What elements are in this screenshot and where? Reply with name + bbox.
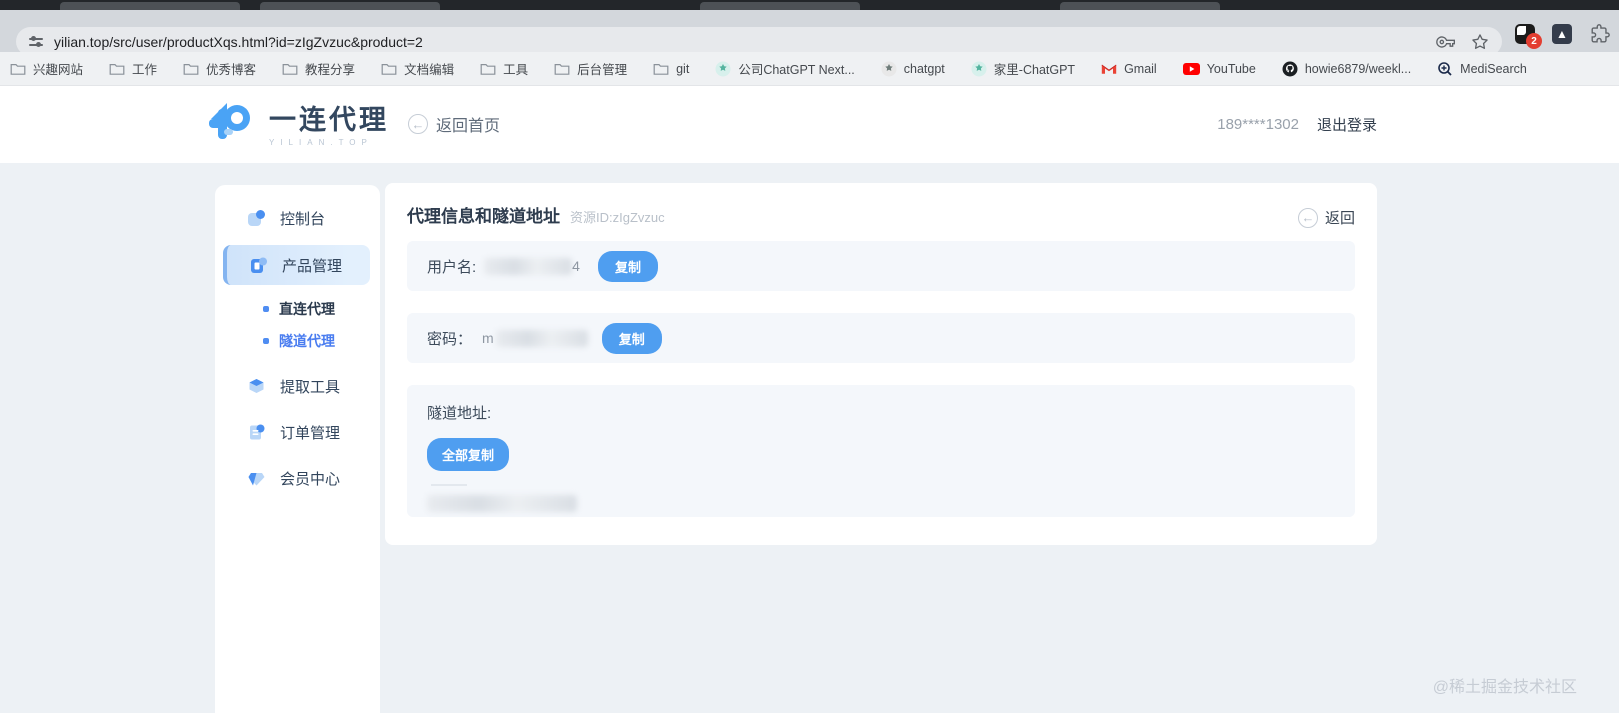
password-value-redacted <box>495 329 588 347</box>
sidebar-item-extract-tools[interactable]: 提取工具 <box>215 363 380 409</box>
folder-icon <box>282 63 298 75</box>
sidebar-item-member-center[interactable]: 会员中心 <box>215 455 380 501</box>
proxy-info-card: 代理信息和隧道地址 资源ID:zIgZvzuc ← 返回 用户名: 4 复制 密… <box>385 183 1377 545</box>
divider <box>431 484 467 486</box>
url-text[interactable]: yilian.top/src/user/productXqs.html?id=z… <box>54 34 1436 50</box>
extension-badge: 2 <box>1526 33 1542 49</box>
bullet-icon <box>263 306 269 312</box>
browser-tab[interactable] <box>260 2 440 10</box>
extract-tools-icon <box>249 378 264 393</box>
site-header: 一连代理 YILIAN.TOP ← 返回首页 189****1302 退出登录 <box>0 86 1619 163</box>
back-button[interactable]: ← 返回 <box>1297 207 1355 228</box>
bookmark-chatgpt[interactable]: 公司ChatGPT Next... <box>715 59 855 78</box>
chatgpt-icon <box>971 61 987 76</box>
browser-window: yilian.top/src/user/productXqs.html?id=z… <box>0 0 1619 713</box>
username-value-redacted <box>484 257 573 275</box>
user-phone: 189****1302 <box>1217 116 1299 133</box>
bookmark-folder[interactable]: 工作 <box>109 59 157 78</box>
tunnel-address-section: 隧道地址: 全部复制 <box>407 385 1355 517</box>
bookmark-folder[interactable]: 后台管理 <box>554 59 627 78</box>
sidebar: 控制台 产品管理 直连代理 隧道代理 提取工具 订单管理 会员中心 <box>215 185 380 713</box>
username-label: 用户名: <box>427 258 477 276</box>
bookmark-folder[interactable]: git <box>653 62 689 76</box>
back-arrow-icon: ← <box>1297 207 1318 228</box>
github-icon <box>1282 61 1298 76</box>
bookmark-gmail[interactable]: Gmail <box>1101 62 1157 76</box>
browser-toolbar: yilian.top/src/user/productXqs.html?id=z… <box>0 10 1619 56</box>
bullet-icon <box>263 338 269 344</box>
logo-text: 一连代理 <box>269 105 389 135</box>
folder-icon <box>554 63 570 75</box>
extensions-puzzle-icon[interactable] <box>1589 23 1611 45</box>
bookmark-star-icon[interactable] <box>1470 32 1490 52</box>
notification-extension-icon[interactable]: 2 <box>1515 24 1542 49</box>
bookmark-folder[interactable]: 工具 <box>480 59 528 78</box>
chatgpt-icon <box>715 61 731 76</box>
folder-icon <box>381 63 397 75</box>
browser-tab[interactable] <box>60 2 240 10</box>
medisearch-icon <box>1438 61 1452 76</box>
logout-button[interactable]: 退出登录 <box>1317 114 1377 135</box>
products-icon <box>251 257 267 273</box>
card-title: 代理信息和隧道地址 <box>407 207 560 226</box>
tunnel-label: 隧道地址: <box>427 405 492 422</box>
site-settings-icon[interactable] <box>28 34 44 50</box>
watermark-text: @稀土掘金技术社区 <box>1432 679 1577 696</box>
logo-subtext: YILIAN.TOP <box>269 138 373 147</box>
folder-icon <box>653 63 669 75</box>
password-key-icon[interactable] <box>1436 32 1456 52</box>
bookmark-youtube[interactable]: YouTube <box>1182 62 1256 76</box>
gmail-icon <box>1101 64 1117 74</box>
copy-all-button[interactable]: 全部复制 <box>427 438 510 471</box>
sidebar-item-console[interactable]: 控制台 <box>215 195 380 241</box>
folder-icon <box>10 63 26 75</box>
resource-id: 资源ID:zIgZvzuc <box>570 210 665 225</box>
password-label: 密码： <box>427 330 473 348</box>
folder-icon <box>480 63 496 75</box>
browser-tab[interactable] <box>700 2 860 10</box>
back-home-link[interactable]: ← 返回首页 <box>408 112 500 136</box>
bookmark-chatgpt[interactable]: chatgpt <box>881 61 945 77</box>
logo-mark-icon <box>209 102 250 139</box>
tunnel-address-redacted <box>427 495 577 512</box>
folder-icon <box>183 63 199 75</box>
bookmark-folder[interactable]: 优秀博客 <box>183 59 256 78</box>
sidebar-subitem-tunnel-proxy[interactable]: 隧道代理 <box>215 325 380 357</box>
orders-icon <box>250 424 265 439</box>
bookmarks-bar: 兴趣网站 工作 优秀博客 教程分享 文档编辑 工具 后台管理 git 公司Cha… <box>0 52 1619 86</box>
youtube-icon <box>1182 62 1200 75</box>
copy-password-button[interactable]: 复制 <box>601 322 662 354</box>
bookmark-chatgpt[interactable]: 家里-ChatGPT <box>971 59 1075 78</box>
chatgpt-icon <box>881 61 897 76</box>
site-logo[interactable]: 一连代理 YILIAN.TOP <box>205 98 389 147</box>
bookmark-github[interactable]: howie6879/weekl... <box>1282 61 1411 77</box>
member-center-icon <box>248 472 265 485</box>
bookmark-folder[interactable]: 文档编辑 <box>381 59 454 78</box>
dark-extension-icon[interactable]: ▲ <box>1552 24 1572 44</box>
bookmark-folder[interactable]: 兴趣网站 <box>10 59 83 78</box>
browser-tab[interactable] <box>1060 2 1220 10</box>
password-value-fragment: m <box>482 330 494 346</box>
copy-username-button[interactable]: 复制 <box>597 250 658 282</box>
bookmark-folder[interactable]: 教程分享 <box>282 59 355 78</box>
password-row: 密码： m 复制 <box>407 313 1355 363</box>
console-icon <box>248 209 265 226</box>
username-row: 用户名: 4 复制 <box>407 241 1355 291</box>
sidebar-subitem-direct-proxy[interactable]: 直连代理 <box>215 293 380 325</box>
back-arrow-icon: ← <box>408 114 428 134</box>
username-value-fragment: 4 <box>572 258 580 274</box>
browser-tab-strip[interactable] <box>0 0 1619 10</box>
folder-icon <box>109 63 125 75</box>
bookmark-medisearch[interactable]: MediSearch <box>1437 61 1527 77</box>
sidebar-item-orders[interactable]: 订单管理 <box>215 409 380 455</box>
sidebar-item-products[interactable]: 产品管理 <box>223 245 370 285</box>
